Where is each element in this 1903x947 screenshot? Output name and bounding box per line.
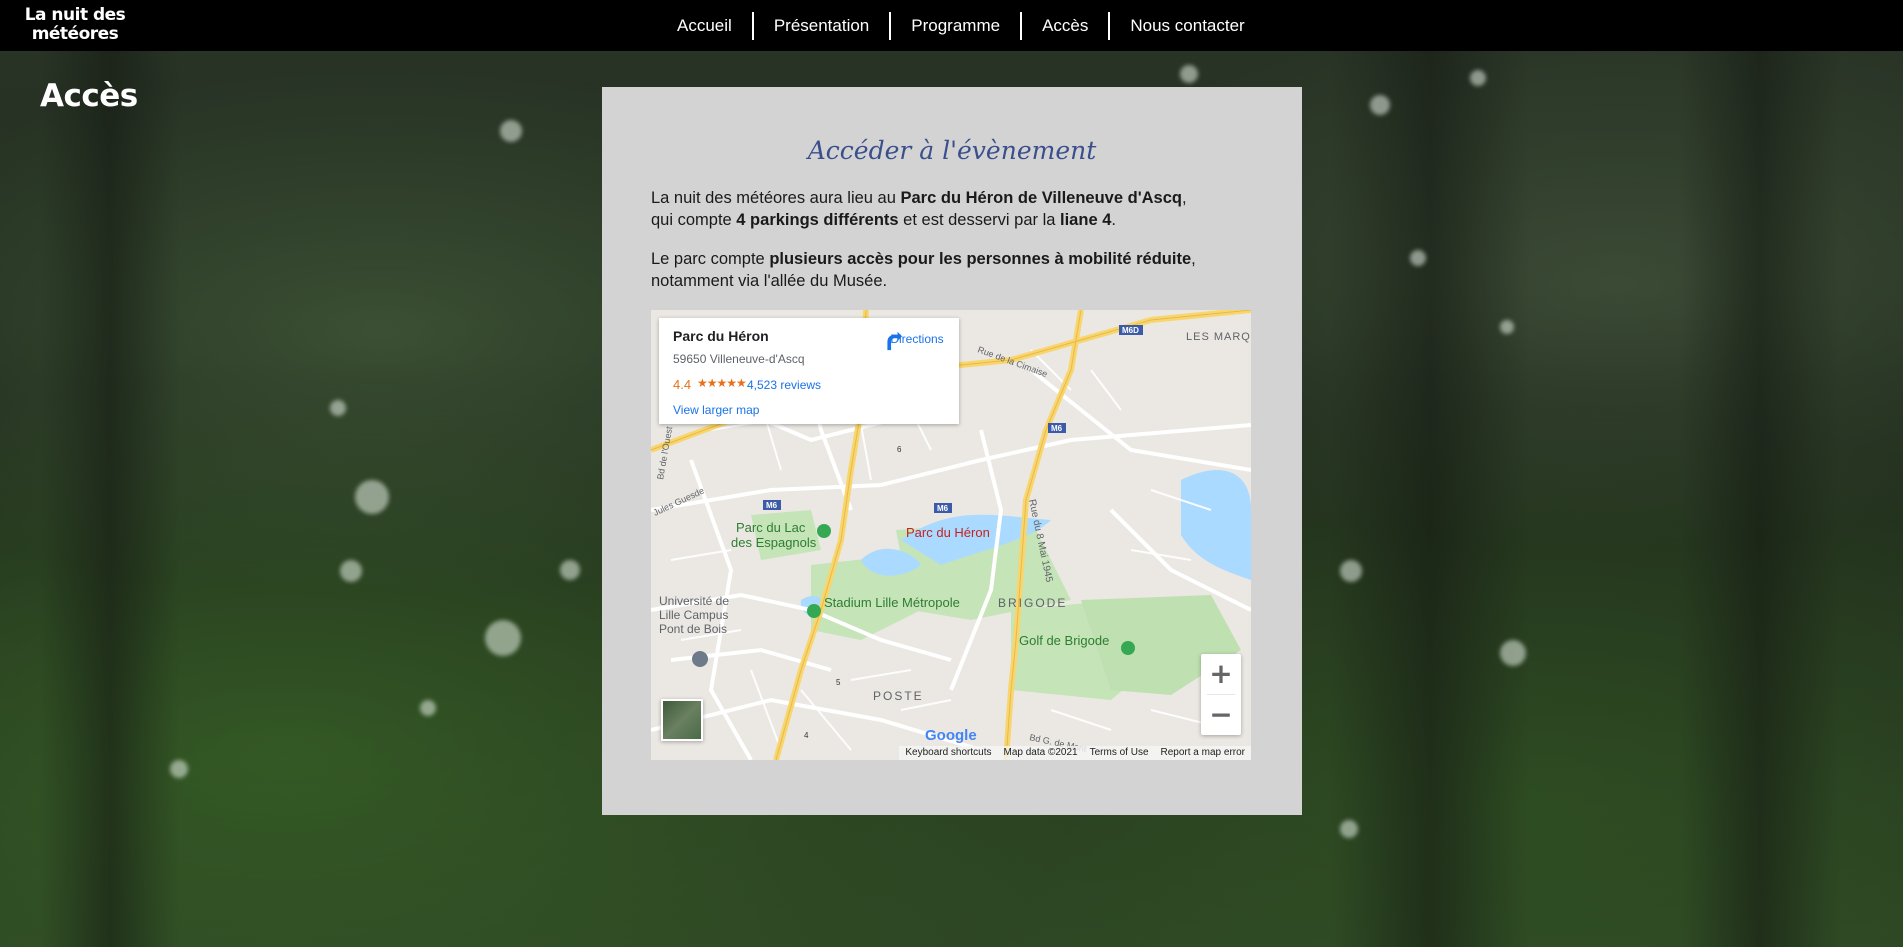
map-label-road-6: 6	[897, 445, 902, 454]
zoom-controls: + −	[1201, 654, 1241, 735]
terms-of-use-link[interactable]: Terms of Use	[1090, 746, 1149, 760]
zoom-in-button[interactable]: +	[1201, 654, 1241, 694]
nav-item-acces[interactable]: Accès	[1022, 12, 1108, 40]
site-logo[interactable]: La nuit des météores	[22, 6, 128, 44]
map-label-brigode: BRIGODE	[998, 596, 1067, 610]
text: La nuit des météores aura lieu au	[651, 189, 901, 207]
directions-icon	[887, 331, 903, 351]
map-label-les-marq: LES MARQ	[1186, 331, 1251, 343]
map-shield-m6: M6	[937, 504, 949, 513]
nav-item-contact[interactable]: Nous contacter	[1110, 12, 1264, 40]
nav-item-accueil[interactable]: Accueil	[657, 12, 752, 40]
bold-text: Parc du Héron de Villeneuve d'Ascq	[900, 189, 1182, 207]
map-label-road-4: 4	[804, 731, 809, 740]
nav-item-presentation[interactable]: Présentation	[754, 12, 889, 40]
bold-text: 4 parkings différents	[736, 211, 899, 229]
view-larger-map-link[interactable]: View larger map	[673, 403, 759, 417]
place-address: 59650 Villeneuve-d'Ascq	[673, 352, 805, 366]
map-shield-m6: M6	[766, 501, 778, 510]
map-label-universite: Université de Lille Campus Pont de Bois	[659, 594, 729, 636]
map-shield-m6: M6	[1051, 424, 1063, 433]
map-label-poste: POSTE	[873, 689, 924, 703]
top-navbar: La nuit des météores Accueil Présentatio…	[0, 0, 1903, 51]
golf-pin-icon[interactable]	[1121, 641, 1135, 655]
map-label-lac: Parc du Lac des Espagnols	[731, 520, 817, 550]
main-nav: Accueil Présentation Programme Accès Nou…	[657, 12, 1265, 40]
access-paragraph-1: La nuit des météores aura lieu au Parc d…	[651, 187, 1211, 231]
university-pin-icon[interactable]	[692, 651, 708, 667]
place-rating: 4.4	[673, 377, 692, 392]
map-label-stadium: Stadium Lille Métropole	[824, 595, 960, 610]
place-name: Parc du Héron	[673, 328, 769, 344]
map-label-road-5: 5	[836, 678, 841, 687]
map-label-heron: Parc du Héron	[906, 525, 990, 540]
reviews-link[interactable]: 4,523 reviews	[747, 378, 821, 392]
access-paragraph-2: Le parc compte plusieurs accès pour les …	[651, 248, 1211, 292]
text: et est desservi par la	[898, 211, 1061, 229]
page-title: Accès	[40, 78, 138, 114]
map-data-attribution: Map data ©2021	[1003, 747, 1078, 758]
text: .	[1111, 211, 1116, 229]
nav-item-programme[interactable]: Programme	[891, 12, 1020, 40]
rating-stars-icon: ★★★★★	[697, 376, 747, 390]
google-logo-text: Google	[925, 727, 977, 744]
park-pin-icon[interactable]	[817, 524, 831, 538]
bold-text: plusieurs accès pour les personnes à mob…	[769, 250, 1192, 268]
bold-text: liane 4	[1060, 211, 1112, 229]
zoom-out-button[interactable]: −	[1201, 695, 1241, 735]
map-footer: Keyboard shortcuts Map data ©2021 Terms …	[899, 746, 1251, 760]
section-heading: Accéder à l'évènement	[807, 136, 1097, 165]
map-label-golf: Golf de Brigode	[1019, 633, 1109, 648]
directions-button[interactable]: Directions	[881, 330, 953, 351]
report-map-error-link[interactable]: Report a map error	[1161, 746, 1245, 760]
stadium-pin-icon[interactable]	[807, 604, 821, 618]
satellite-toggle-button[interactable]	[661, 699, 703, 741]
place-info-card: Parc du Héron 59650 Villeneuve-d'Ascq 4.…	[659, 318, 959, 424]
access-card: Accéder à l'évènement La nuit des météor…	[602, 87, 1302, 815]
map-shield-m6d: M6D	[1122, 326, 1139, 335]
google-map-embed[interactable]: M6 M6 M6 M6D Parc du Lac des Espagnols Pa…	[651, 310, 1251, 760]
google-logo: Google	[925, 727, 977, 744]
keyboard-shortcuts-link[interactable]: Keyboard shortcuts	[905, 746, 991, 760]
text: Le parc compte	[651, 250, 770, 268]
